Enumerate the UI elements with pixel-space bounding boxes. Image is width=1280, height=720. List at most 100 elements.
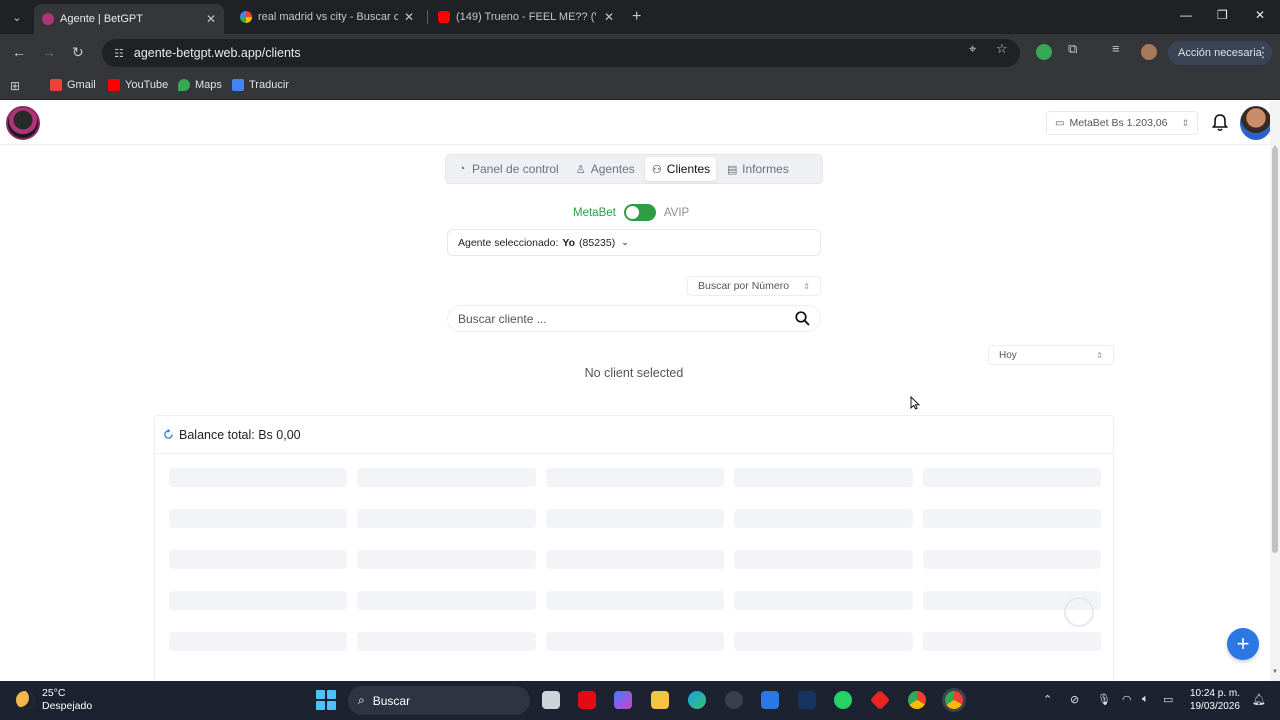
balance-total: Balance total: Bs 0,00	[179, 427, 301, 442]
tab-title: (149) Trueno - FEEL ME?? (Vide	[456, 11, 596, 23]
app-header: ▭ MetaBet Bs 1.203,06 ⇕	[0, 101, 1272, 145]
balance-card-header: Balance total: Bs 0,00	[155, 416, 1113, 454]
page-scrollbar[interactable]: ▲ ▼	[1270, 101, 1280, 681]
tab-panel-de-control[interactable]: ◔ Panel de control	[450, 157, 565, 181]
apps-grid-icon[interactable]: ⊞	[10, 79, 20, 93]
tab-agentes[interactable]: ♙ Agentes	[569, 157, 641, 181]
agent-select[interactable]: Agente seleccionado: Yo (85235) ⌄	[447, 229, 821, 256]
add-client-button[interactable]: +	[1227, 628, 1259, 660]
microphone-icon[interactable]: 🎙︎	[1097, 693, 1111, 706]
netflix-icon[interactable]	[578, 691, 596, 709]
wifi-icon[interactable]: ◠	[1122, 693, 1132, 706]
platform-toggle[interactable]	[623, 204, 656, 221]
windows-taskbar: 25°C Despejado ⌕ Buscar ⌃ ⊘ 🎙︎ ◠ 🔈︎ ▭ 10…	[0, 681, 1280, 720]
youtube-icon	[108, 79, 120, 91]
minimize-icon[interactable]: —	[1180, 8, 1192, 22]
date-filter-select[interactable]: Hoy ⇕	[988, 345, 1114, 365]
copilot-icon[interactable]	[614, 691, 632, 709]
task-view-icon[interactable]	[542, 691, 560, 709]
search-type-select[interactable]: Buscar por Número ⇕	[687, 276, 821, 296]
tray-chevron-up-icon[interactable]: ⌃	[1043, 693, 1052, 706]
close-icon[interactable]: ✕	[206, 12, 216, 26]
tab-youtube[interactable]: (149) Trueno - FEEL ME?? (Vide ✕	[430, 4, 622, 30]
bookmark-label: Maps	[195, 79, 222, 91]
user-icon: ♙	[575, 163, 586, 176]
close-icon[interactable]: ✕	[404, 10, 414, 24]
scroll-down-arrow-icon[interactable]: ▼	[1272, 669, 1278, 675]
tab-agente-betgpt[interactable]: Agente | BetGPT ✕	[34, 4, 224, 34]
bell-icon[interactable]	[1212, 114, 1228, 132]
volume-icon[interactable]: 🔈︎	[1142, 693, 1149, 706]
more-menu-icon[interactable]: ⋮	[1256, 44, 1270, 61]
client-search-input[interactable]	[458, 311, 795, 326]
loading-spinner	[1064, 597, 1094, 627]
location-pin-icon[interactable]: ⌖	[969, 41, 976, 57]
betgpt-favicon-icon	[42, 13, 54, 25]
close-icon[interactable]: ✕	[604, 10, 614, 24]
tab-label: Informes	[742, 162, 789, 176]
taskbar-clock[interactable]: 10:24 p. m. 19/03/2026	[1188, 687, 1240, 713]
site-info-icon[interactable]: ☷	[114, 47, 124, 60]
chrome-icon[interactable]	[908, 691, 926, 709]
weather-widget[interactable]: 25°C Despejado	[16, 687, 92, 713]
tab-informes[interactable]: ▤ Informes	[720, 157, 795, 181]
agent-select-value: Yo	[562, 236, 576, 249]
forward-arrow-icon[interactable]: →	[42, 44, 56, 60]
file-explorer-icon[interactable]	[651, 691, 669, 709]
windows-start-icon[interactable]	[316, 690, 336, 710]
chevron-up-down-icon: ⇕	[1096, 350, 1103, 360]
address-bar[interactable]: ☷ agente-betgpt.web.app/clients	[102, 39, 1020, 67]
network-off-icon[interactable]: ⊘	[1070, 693, 1079, 706]
bookmark-youtube[interactable]: YouTube	[108, 79, 168, 91]
restore-icon[interactable]: ❐	[1217, 8, 1228, 22]
new-tab-plus-icon[interactable]: +	[632, 8, 641, 26]
no-client-message: No client selected	[584, 366, 684, 380]
url-text: agente-betgpt.web.app/clients	[133, 46, 301, 60]
search-icon[interactable]	[795, 311, 810, 326]
agent-select-prefix: Agente seleccionado:	[458, 236, 559, 249]
scrollbar-thumb[interactable]	[1272, 147, 1278, 553]
translate-icon	[232, 79, 244, 91]
disney-plus-icon[interactable]	[798, 691, 816, 709]
maps-icon	[178, 79, 190, 91]
clipboard-icon: ▤	[726, 163, 738, 176]
bookmark-star-icon[interactable]: ☆	[996, 41, 1008, 57]
extensions-puzzle-icon[interactable]: ⧉	[1068, 41, 1077, 57]
settings-gear-icon[interactable]	[725, 691, 743, 709]
bookmark-gmail[interactable]: Gmail	[50, 79, 96, 91]
media-queue-icon[interactable]: ≡	[1112, 41, 1120, 56]
store-icon[interactable]	[761, 691, 779, 709]
bookmark-label: YouTube	[125, 79, 169, 91]
bookmark-traducir[interactable]: Traducir	[232, 79, 289, 91]
back-arrow-icon[interactable]: ←	[12, 44, 26, 60]
tab-clientes[interactable]: ⚇ Clientes	[644, 157, 717, 181]
whatsapp-icon[interactable]	[834, 691, 852, 709]
betgpt-logo[interactable]	[6, 106, 40, 140]
taskbar-search[interactable]: ⌕ Buscar	[348, 686, 530, 715]
anydesk-icon[interactable]	[869, 689, 891, 711]
balance-select[interactable]: ▭ MetaBet Bs 1.203,06 ⇕	[1046, 111, 1198, 135]
refresh-icon[interactable]	[163, 429, 174, 440]
battery-icon[interactable]: ▭	[1163, 693, 1173, 706]
notification-bell-icon[interactable]: 🔔︎	[1252, 693, 1266, 706]
taskbar-search-label: Buscar	[372, 693, 411, 708]
tab-label: Agentes	[590, 162, 635, 176]
tab-google-search[interactable]: real madrid vs city - Buscar con ✕	[232, 4, 422, 30]
profile-avatar-icon[interactable]	[1141, 44, 1157, 60]
users-icon: ⚇	[651, 163, 662, 176]
tab-search-icon[interactable]: ⌄	[8, 8, 26, 26]
clock-date: 19/03/2026	[1189, 701, 1240, 712]
extension-green-icon[interactable]	[1036, 44, 1052, 60]
balance-label: MetaBet Bs 1.203,06	[1069, 117, 1168, 129]
tab-title: Agente | BetGPT	[60, 13, 143, 25]
window-close-icon[interactable]: ✕	[1255, 8, 1265, 22]
tab-label: Panel de control	[472, 162, 559, 176]
reload-icon[interactable]: ↻	[72, 44, 84, 61]
edge-icon[interactable]	[688, 691, 706, 709]
bookmark-maps[interactable]: Maps	[178, 79, 222, 91]
user-avatar[interactable]	[1240, 106, 1272, 140]
date-filter-value: Hoy	[999, 349, 1017, 361]
chrome-active-icon[interactable]	[945, 691, 963, 709]
chevron-down-icon: ⌄	[621, 237, 629, 247]
browser-toolbar: ← → ↻ ☷ agente-betgpt.web.app/clients ⌖ …	[0, 34, 1280, 72]
